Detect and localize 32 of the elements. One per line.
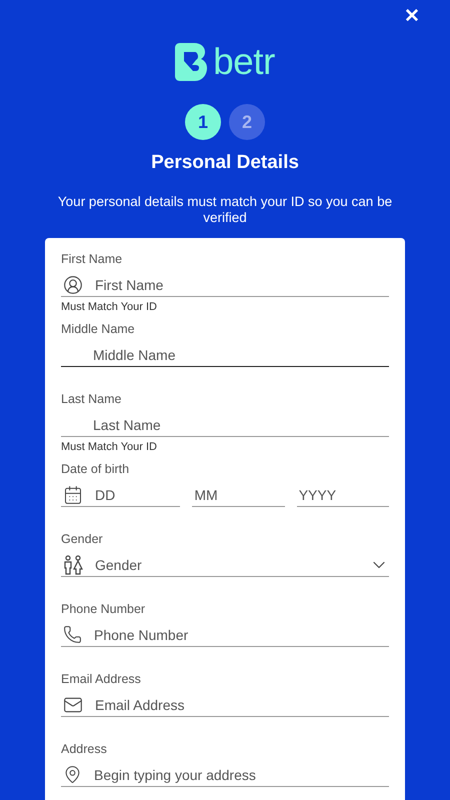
location-pin-icon xyxy=(63,765,82,784)
date-field[interactable]: MM xyxy=(192,483,285,507)
input-field[interactable]: Email Address xyxy=(61,693,389,717)
field-label: First Name xyxy=(61,252,122,267)
field-label: Middle Name xyxy=(61,322,135,337)
input-field[interactable]: Last Name xyxy=(61,413,389,437)
brand-name: betr xyxy=(213,42,275,82)
page-title: Personal Details xyxy=(151,152,299,174)
input-field[interactable]: Middle Name xyxy=(61,343,389,367)
step-indicator: 1 xyxy=(185,104,221,140)
date-field[interactable]: YYYY xyxy=(296,483,389,507)
step-indicator: 2 xyxy=(229,104,265,140)
people-icon xyxy=(63,554,83,574)
field-hint: Must Match Your ID xyxy=(61,301,157,313)
field-label: Address xyxy=(61,742,107,757)
calendar-icon xyxy=(63,484,83,504)
field-label: Date of birth xyxy=(61,462,130,477)
date-field[interactable]: DD xyxy=(61,483,180,507)
gender-select[interactable]: Gender xyxy=(61,553,389,577)
field-label: Last Name xyxy=(61,392,122,407)
logo-icon xyxy=(175,43,208,81)
input-field[interactable]: Begin typing your address xyxy=(61,763,389,787)
input-field[interactable]: Phone Number xyxy=(61,623,389,647)
input-field[interactable]: First Name xyxy=(61,273,389,297)
user-icon xyxy=(63,274,83,294)
field-label: Email Address xyxy=(61,672,141,687)
field-label: Gender xyxy=(61,532,103,547)
close-button[interactable]: ✕ xyxy=(402,2,422,30)
subtitle: Your personal details must match your ID so you can be verified xyxy=(56,194,394,226)
field-label: Phone Number xyxy=(61,602,146,617)
phone-icon xyxy=(63,625,82,644)
field-hint: Must Match Your ID xyxy=(61,441,157,453)
